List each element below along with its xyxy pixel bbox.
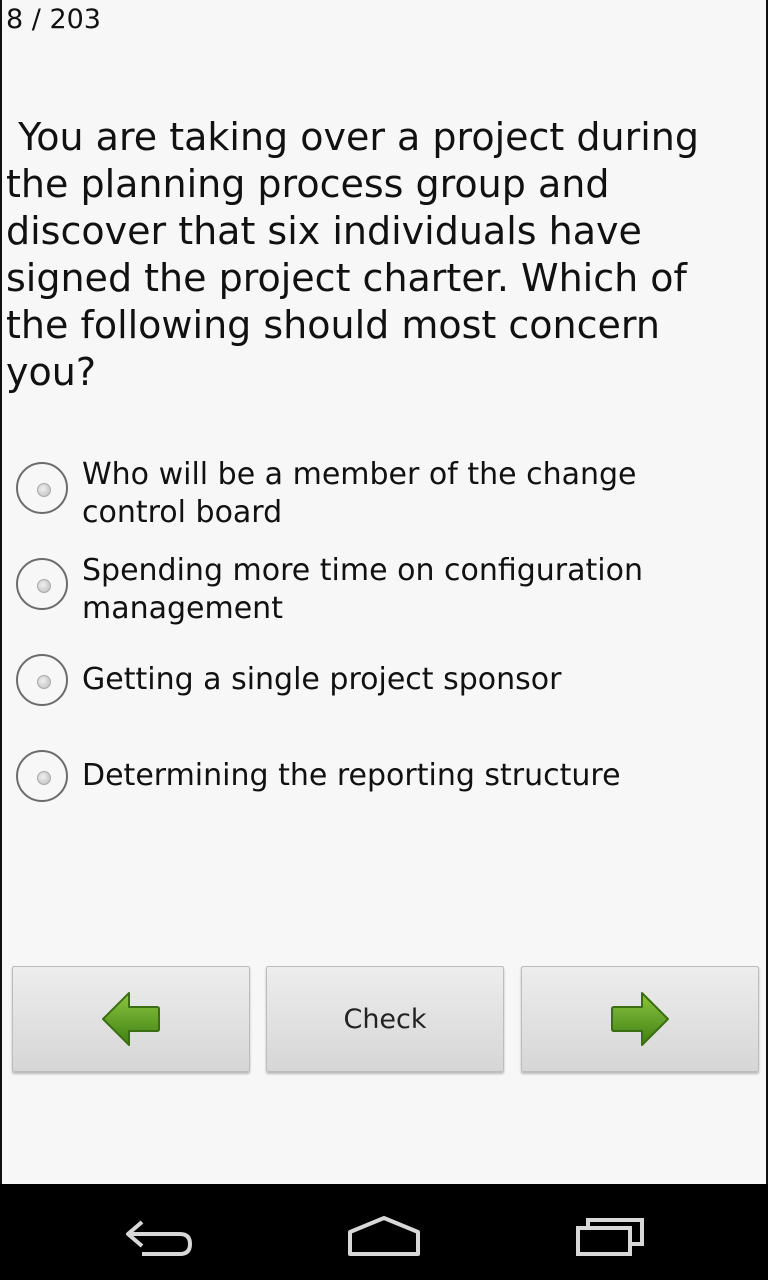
quiz-screen: 8 / 203 You are taking over a project du… bbox=[0, 0, 768, 1184]
radio-button[interactable] bbox=[16, 462, 68, 514]
home-icon[interactable] bbox=[344, 1202, 424, 1262]
back-icon[interactable] bbox=[120, 1202, 200, 1262]
arrow-left-icon bbox=[102, 992, 160, 1046]
answer-label: Determining the reporting structure bbox=[82, 758, 621, 793]
answer-label: Getting a single project sponsor bbox=[82, 662, 562, 697]
answer-option-4[interactable]: Determining the reporting structure bbox=[16, 744, 736, 802]
question-text: You are taking over a project during the… bbox=[6, 115, 712, 394]
answer-label: Spending more time on configuration mana… bbox=[82, 553, 643, 626]
answer-option-2[interactable]: Spending more time on configuration mana… bbox=[16, 552, 736, 628]
answer-option-1[interactable]: Who will be a member of the change contr… bbox=[16, 456, 736, 532]
answer-option-3[interactable]: Getting a single project sponsor bbox=[16, 648, 736, 706]
system-navigation-bar bbox=[0, 1184, 768, 1280]
check-button[interactable]: Check bbox=[266, 966, 504, 1072]
arrow-right-icon bbox=[611, 992, 669, 1046]
recent-apps-icon[interactable] bbox=[570, 1202, 650, 1262]
radio-button[interactable] bbox=[16, 750, 68, 802]
radio-button[interactable] bbox=[16, 558, 68, 610]
check-button-label: Check bbox=[343, 1003, 427, 1035]
radio-button[interactable] bbox=[16, 654, 68, 706]
next-button[interactable] bbox=[521, 966, 759, 1072]
answer-label: Who will be a member of the change contr… bbox=[82, 457, 637, 530]
previous-button[interactable] bbox=[12, 966, 250, 1072]
question-counter: 8 / 203 bbox=[6, 4, 101, 35]
